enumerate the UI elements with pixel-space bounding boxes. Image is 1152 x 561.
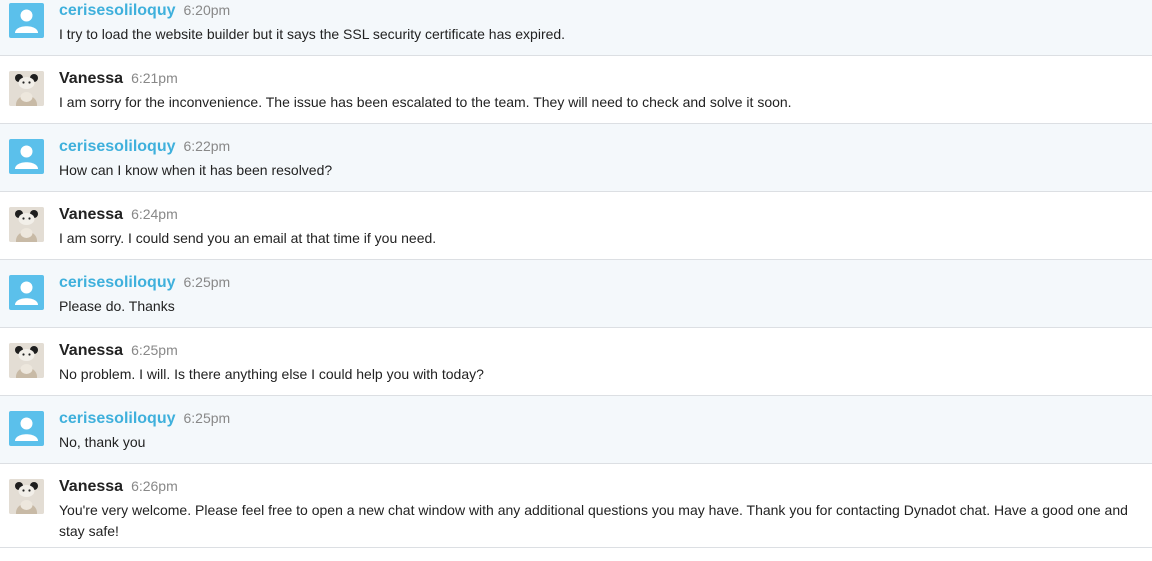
message-author: Vanessa 6:21pm — [59, 68, 178, 89]
message-text: I try to load the website builder but it… — [59, 26, 566, 42]
author-name: Vanessa — [59, 478, 124, 495]
message-timestamp: 6:20pm — [183, 2, 231, 18]
message-timestamp: 6:25pm — [183, 410, 231, 426]
message-text: No problem. I will. Is there anything el… — [59, 366, 484, 382]
message-author: Vanessa 6:25pm — [59, 340, 178, 361]
author-name: Vanessa — [59, 206, 124, 223]
author-name: cerisesoliloquy — [59, 410, 176, 427]
chat-message: cerisesoliloquy 6:25pm No, thank you — [0, 396, 1152, 464]
message-author: cerisesoliloquy 6:20pm — [59, 0, 230, 21]
author-name: cerisesoliloquy — [59, 138, 176, 155]
agent-avatar — [9, 207, 44, 242]
chat-message: Vanessa 6:26pm You're very welcome. Pleas… — [0, 464, 1152, 548]
message-author: cerisesoliloquy 6:25pm — [59, 408, 230, 429]
chat-message: cerisesoliloquy 6:25pm Please do. Thanks — [0, 260, 1152, 328]
message-author: Vanessa 6:24pm — [59, 204, 178, 225]
message-author: cerisesoliloquy 6:22pm — [59, 136, 230, 157]
author-name: cerisesoliloquy — [59, 274, 176, 291]
agent-avatar — [9, 343, 44, 378]
message-timestamp: 6:24pm — [131, 206, 178, 222]
message-timestamp: 6:26pm — [131, 478, 178, 494]
message-author: Vanessa 6:26pm — [59, 476, 178, 497]
author-name: Vanessa — [59, 342, 124, 359]
author-name: cerisesoliloquy — [59, 2, 176, 19]
message-timestamp: 6:25pm — [131, 342, 178, 358]
message-timestamp: 6:21pm — [131, 70, 178, 86]
message-text: You're very welcome. Please feel free to… — [59, 502, 1128, 539]
chat-message: Vanessa 6:21pm I am sorry for the inconve… — [0, 56, 1152, 124]
author-name: Vanessa — [59, 70, 124, 87]
user-avatar-icon — [9, 275, 44, 310]
message-text: Please do. Thanks — [59, 298, 175, 314]
user-avatar-icon — [9, 3, 44, 38]
user-avatar-icon — [9, 139, 44, 174]
message-author: cerisesoliloquy 6:25pm — [59, 272, 230, 293]
message-text: No, thank you — [59, 434, 146, 450]
message-timestamp: 6:25pm — [183, 274, 231, 290]
chat-message: Vanessa 6:24pm I am sorry. I could send y… — [0, 192, 1152, 260]
message-text: I am sorry. I could send you an email at… — [59, 230, 437, 246]
message-text: How can I know when it has been resolved… — [59, 162, 333, 178]
user-avatar-icon — [9, 411, 44, 446]
message-text: I am sorry for the inconvenience. The is… — [59, 94, 792, 110]
chat-transcript: cerisesoliloquy 6:20pm I try to load the … — [0, 0, 1152, 548]
chat-message: cerisesoliloquy 6:22pm How can I know whe… — [0, 124, 1152, 192]
chat-message: cerisesoliloquy 6:20pm I try to load the … — [0, 0, 1152, 56]
agent-avatar — [9, 479, 44, 514]
agent-avatar — [9, 71, 44, 106]
message-timestamp: 6:22pm — [183, 138, 231, 154]
chat-message: Vanessa 6:25pm No problem. I will. Is the… — [0, 328, 1152, 396]
